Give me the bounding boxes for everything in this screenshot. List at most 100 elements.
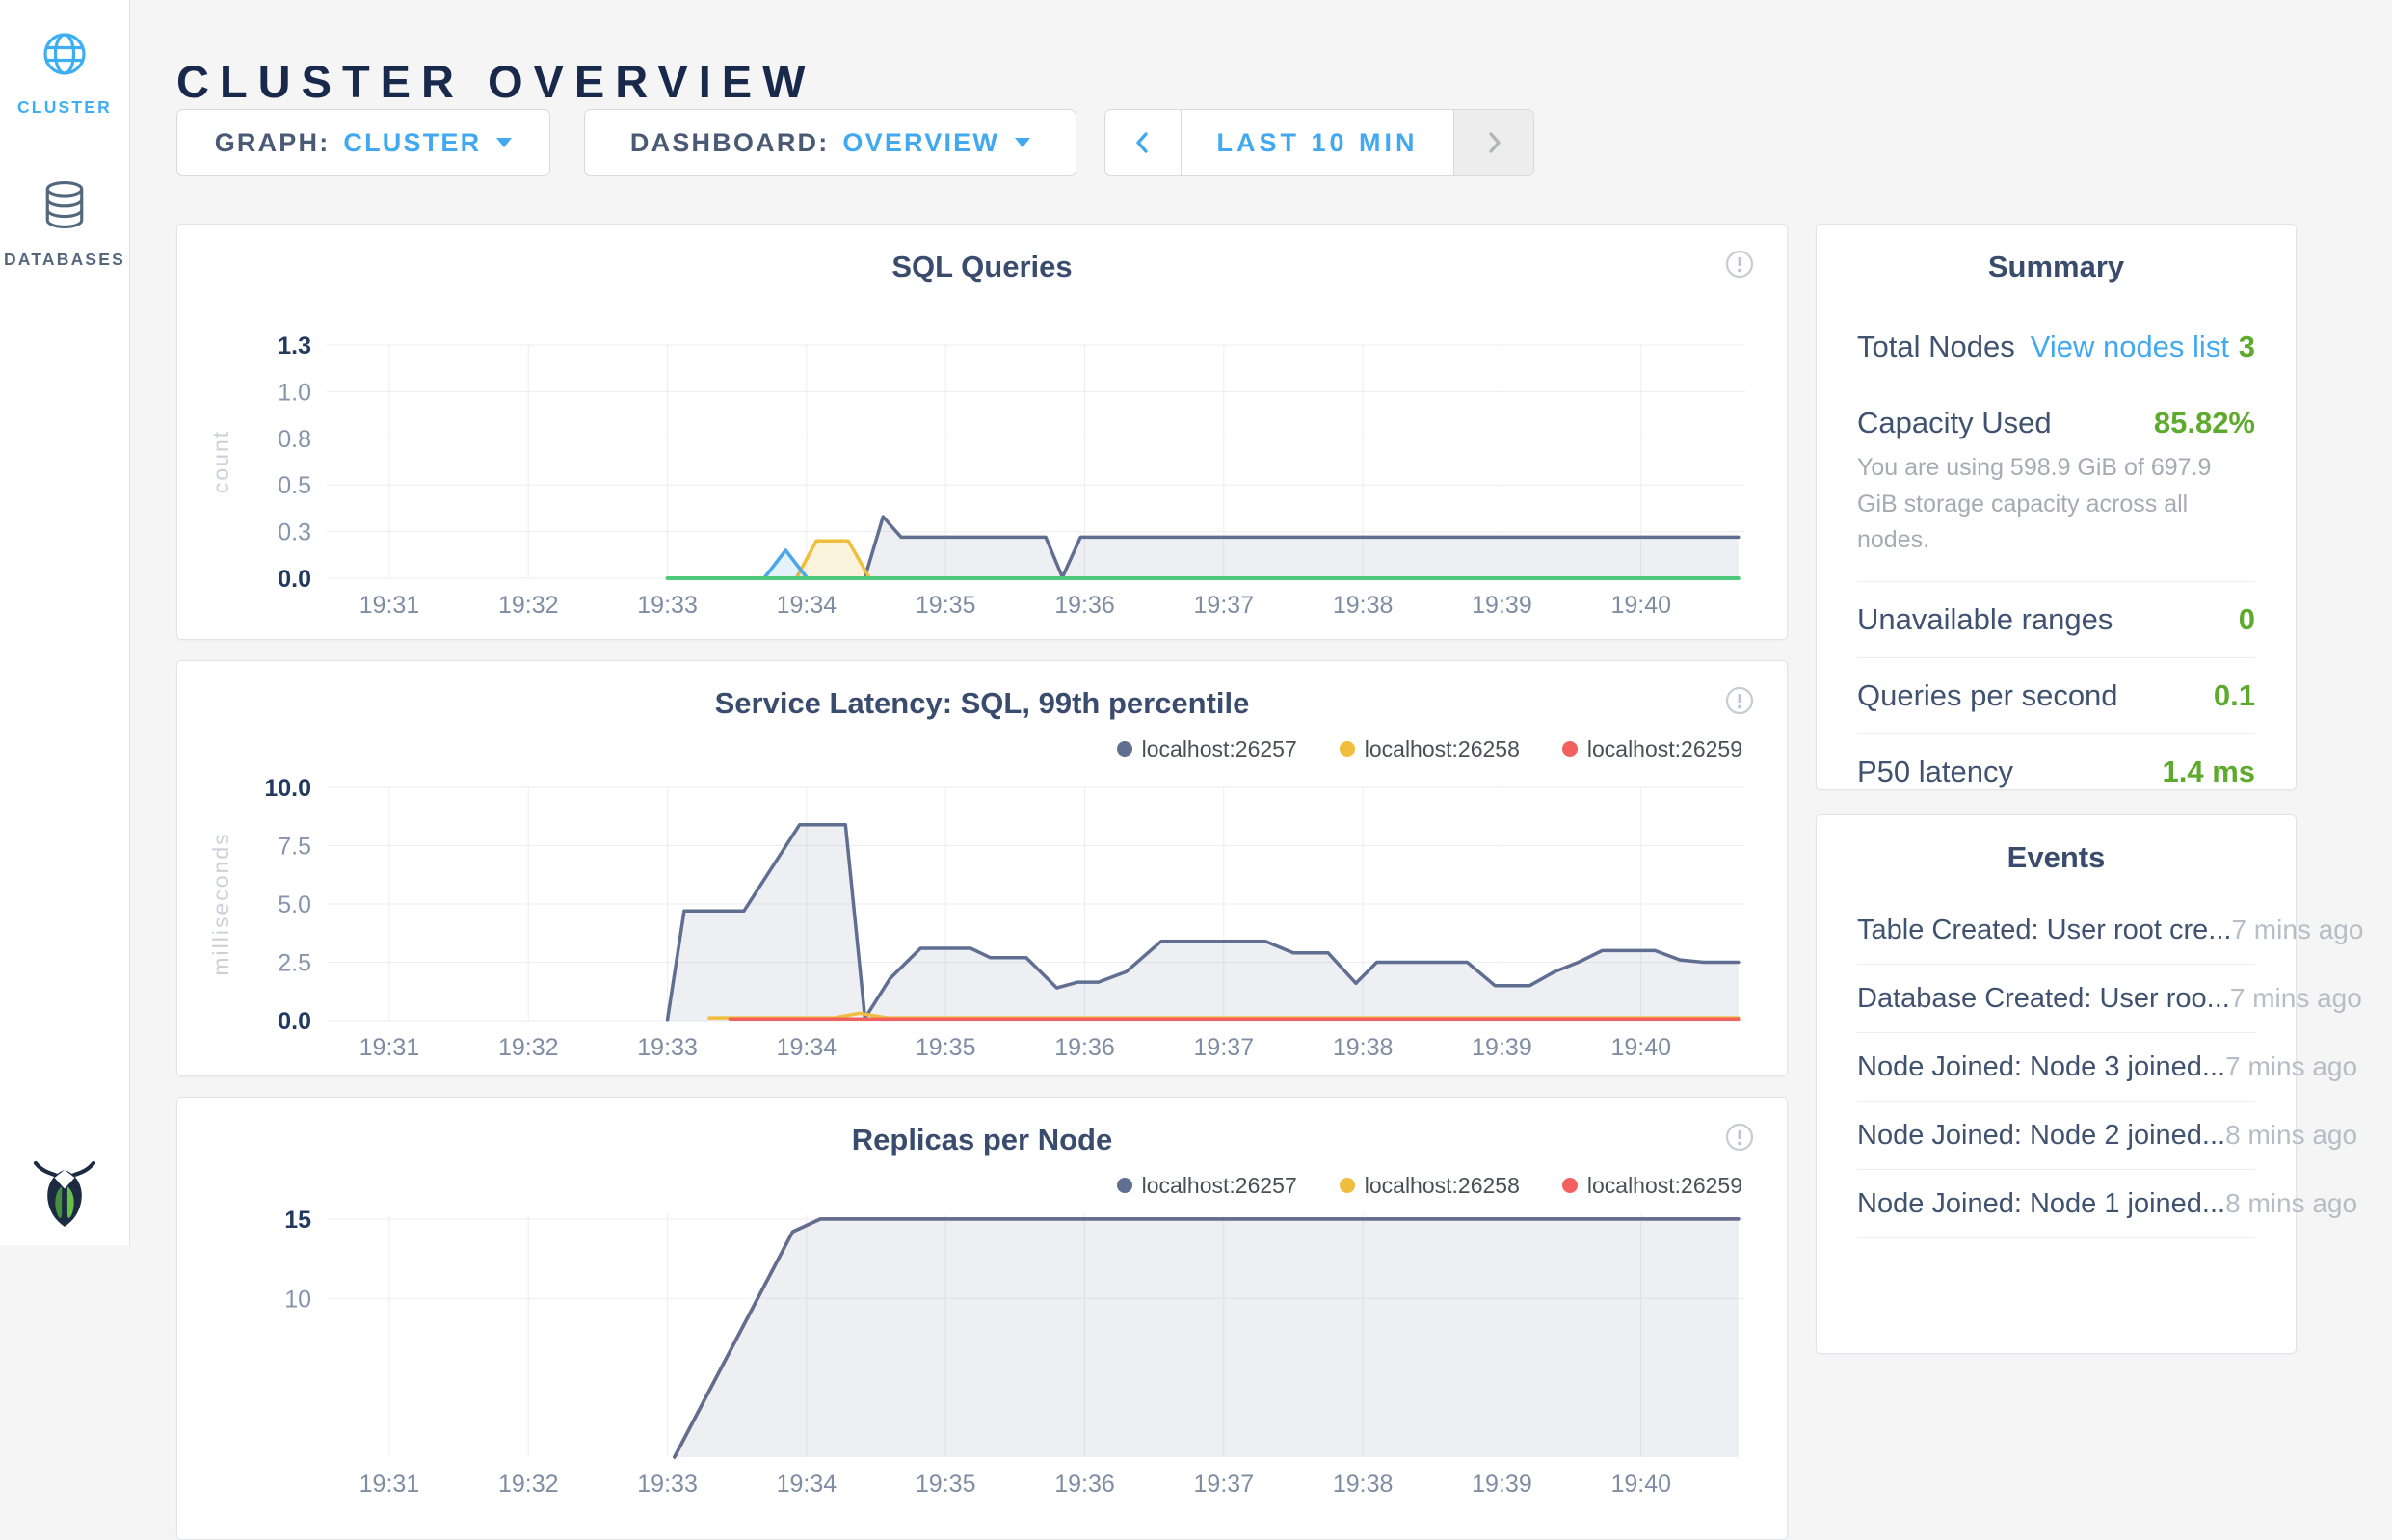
summary-row-unavailable-ranges: Unavailable ranges 0 xyxy=(1857,582,2255,658)
chart-legend: localhost:26257 localhost:26258 localhost:… xyxy=(177,1157,1787,1200)
svg-text:19:34: 19:34 xyxy=(777,1471,837,1498)
chart-title: Replicas per Node xyxy=(177,1098,1787,1157)
sidebar-item-databases[interactable]: DATABASES xyxy=(0,118,129,270)
summary-title: Summary xyxy=(1857,225,2255,284)
svg-text:19:39: 19:39 xyxy=(1472,592,1532,619)
svg-text:19:40: 19:40 xyxy=(1610,1471,1671,1498)
event-text: Node Joined: Node 3 joined... xyxy=(1857,1051,2225,1083)
svg-text:19:36: 19:36 xyxy=(1054,592,1115,619)
legend-item[interactable]: localhost:26257 xyxy=(1117,736,1297,762)
events-panel: Events Table Created: User root cre...7 … xyxy=(1816,814,2297,1354)
graph-dropdown-value: CLUSTER xyxy=(343,128,481,158)
capacity-note: You are using 598.9 GiB of 697.9 GiB sto… xyxy=(1857,450,2243,559)
info-icon[interactable] xyxy=(1723,1121,1756,1158)
svg-text:19:39: 19:39 xyxy=(1472,1471,1532,1498)
legend-dot-icon xyxy=(1562,741,1578,757)
svg-text:19:31: 19:31 xyxy=(359,1034,420,1061)
chart-title: SQL Queries xyxy=(177,225,1787,284)
event-text: Node Joined: Node 1 joined... xyxy=(1857,1188,2225,1220)
legend-item[interactable]: localhost:26259 xyxy=(1562,1173,1742,1199)
svg-text:7.5: 7.5 xyxy=(278,834,311,861)
svg-text:19:31: 19:31 xyxy=(359,1471,420,1498)
summary-row-capacity: Capacity Used 85.82% You are using 598.9… xyxy=(1857,385,2255,582)
total-nodes-label-text: Total Nodes xyxy=(1857,330,2015,363)
view-nodes-link[interactable]: View nodes list xyxy=(2031,330,2229,363)
legend-label: localhost:26258 xyxy=(1365,1173,1520,1199)
chevron-down-icon xyxy=(496,138,512,147)
event-row[interactable]: Database Created: User roo...7 mins ago xyxy=(1857,965,2255,1033)
svg-text:19:34: 19:34 xyxy=(777,1034,837,1061)
svg-text:19:40: 19:40 xyxy=(1610,592,1671,619)
legend-dot-icon xyxy=(1340,1178,1355,1193)
event-row[interactable]: Node Joined: Node 3 joined...7 mins ago xyxy=(1857,1033,2255,1102)
svg-text:19:33: 19:33 xyxy=(637,592,698,619)
svg-text:19:35: 19:35 xyxy=(916,1034,976,1061)
svg-text:milliseconds: milliseconds xyxy=(208,832,233,975)
event-time: 7 mins ago xyxy=(2231,915,2363,945)
legend-dot-icon xyxy=(1117,1178,1132,1193)
total-nodes-label: Total Nodes View nodes list xyxy=(1857,330,2229,364)
event-row[interactable]: Table Created: User root cre...7 mins ag… xyxy=(1857,896,2255,965)
info-icon[interactable] xyxy=(1723,248,1756,285)
legend-label: localhost:26258 xyxy=(1365,736,1520,762)
time-range-selector: LAST 10 MIN xyxy=(1104,109,1534,176)
svg-text:5.0: 5.0 xyxy=(278,891,311,918)
p50-latency-label: P50 latency xyxy=(1857,755,2013,789)
capacity-value: 85.82% xyxy=(2154,406,2255,440)
svg-text:19:31: 19:31 xyxy=(359,592,420,619)
legend-label: localhost:26257 xyxy=(1142,1173,1297,1199)
svg-text:10.0: 10.0 xyxy=(264,775,311,802)
unavailable-ranges-label: Unavailable ranges xyxy=(1857,602,2113,637)
sidebar-item-cluster[interactable]: CLUSTER xyxy=(0,0,129,118)
legend-item[interactable]: localhost:26259 xyxy=(1562,736,1742,762)
event-row[interactable]: Node Joined: Node 1 joined...8 mins ago xyxy=(1857,1170,2255,1238)
svg-text:2.5: 2.5 xyxy=(278,950,311,977)
svg-text:1.0: 1.0 xyxy=(278,379,311,406)
events-list: Table Created: User root cre...7 mins ag… xyxy=(1857,896,2255,1238)
svg-text:0.5: 0.5 xyxy=(278,472,311,499)
service-latency-chart[interactable]: 19:3119:3219:3319:3419:3519:3619:3719:38… xyxy=(192,763,1772,1081)
svg-text:19:35: 19:35 xyxy=(916,1471,976,1498)
replicas-per-node-chart[interactable]: 19:3119:3219:3319:3419:3519:3619:3719:38… xyxy=(192,1200,1772,1518)
svg-text:19:40: 19:40 xyxy=(1610,1034,1671,1061)
summary-row-total-nodes: Total NodesView nodes list 3 xyxy=(1857,309,2255,385)
info-icon[interactable] xyxy=(1723,684,1756,722)
chevron-left-icon xyxy=(1127,126,1159,159)
capacity-label: Capacity Used xyxy=(1857,406,2052,440)
legend-item[interactable]: localhost:26257 xyxy=(1117,1173,1297,1199)
replicas-per-node-card: Replicas per Node localhost:26257localho… xyxy=(176,1097,1788,1540)
cockroachdb-logo xyxy=(0,1156,129,1228)
svg-text:19:39: 19:39 xyxy=(1472,1034,1532,1061)
graph-dropdown[interactable]: GRAPH: CLUSTER xyxy=(176,109,550,176)
svg-text:19:37: 19:37 xyxy=(1194,1471,1255,1498)
dashboard-dropdown[interactable]: DASHBOARD: OVERVIEW xyxy=(584,109,1076,176)
sql-queries-card: SQL Queries 19:3119:3219:3319:3419:3519:… xyxy=(176,224,1788,640)
events-title: Events xyxy=(1857,815,2255,875)
service-latency-card: Service Latency: SQL, 99th percentile lo… xyxy=(176,660,1788,1076)
sidebar-item-label: CLUSTER xyxy=(17,97,112,118)
sql-queries-chart[interactable]: 19:3119:3219:3319:3419:3519:3619:3719:38… xyxy=(192,311,1772,633)
svg-text:0.3: 0.3 xyxy=(278,519,311,546)
legend-item[interactable]: localhost:26258 xyxy=(1340,736,1520,762)
event-time: 7 mins ago xyxy=(2225,1051,2357,1082)
svg-text:19:38: 19:38 xyxy=(1333,1034,1394,1061)
legend-item[interactable]: localhost:26258 xyxy=(1340,1173,1520,1199)
qps-label: Queries per second xyxy=(1857,678,2118,713)
event-row[interactable]: Node Joined: Node 2 joined...8 mins ago xyxy=(1857,1102,2255,1170)
legend-label: localhost:26257 xyxy=(1142,736,1297,762)
event-time: 8 mins ago xyxy=(2225,1120,2357,1151)
svg-text:19:36: 19:36 xyxy=(1054,1471,1115,1498)
time-range-value[interactable]: LAST 10 MIN xyxy=(1181,110,1454,175)
legend-dot-icon xyxy=(1117,741,1132,757)
dashboard-dropdown-label: DASHBOARD: xyxy=(630,128,830,158)
svg-text:19:33: 19:33 xyxy=(637,1034,698,1061)
time-range-next-button[interactable] xyxy=(1454,110,1533,175)
sidebar: CLUSTER DATABASES xyxy=(0,0,130,1245)
svg-text:0.8: 0.8 xyxy=(278,426,311,453)
time-range-prev-button[interactable] xyxy=(1105,110,1181,175)
legend-dot-icon xyxy=(1340,741,1355,757)
svg-text:19:34: 19:34 xyxy=(777,592,837,619)
page-title: CLUSTER OVERVIEW xyxy=(176,55,815,108)
svg-text:count: count xyxy=(208,430,233,493)
chart-title: Service Latency: SQL, 99th percentile xyxy=(177,661,1787,721)
